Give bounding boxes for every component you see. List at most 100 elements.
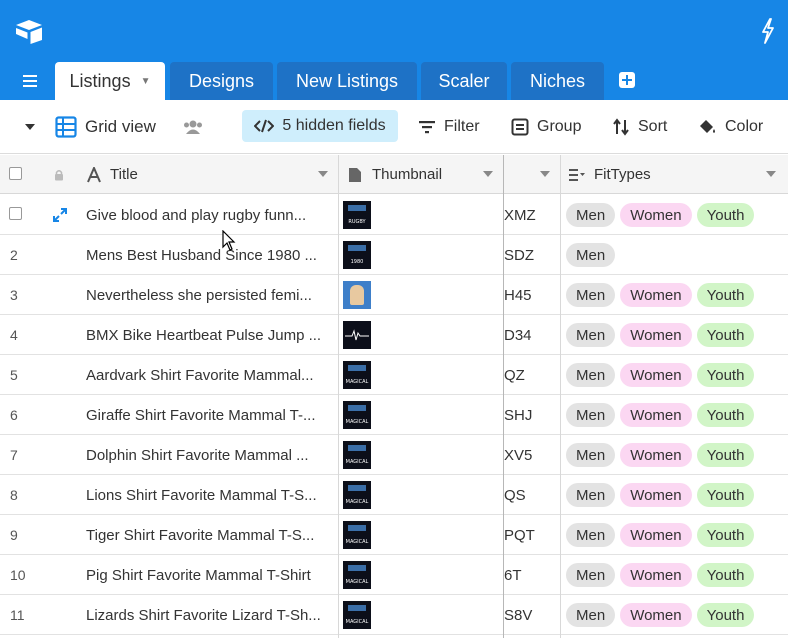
cell-title[interactable]: Lizards Shirt Favorite Lizard T-Sh... xyxy=(86,595,334,635)
fittype-tag-women: Women xyxy=(620,323,692,347)
fittype-tag-youth: Youth xyxy=(696,603,755,627)
tab-label: Listings xyxy=(69,70,131,91)
add-table-icon[interactable] xyxy=(618,71,636,89)
cell-title[interactable]: BMX Bike Heartbeat Pulse Jump ... xyxy=(86,315,334,355)
cell-fittypes[interactable]: Men Women Youth xyxy=(566,315,759,355)
hidden-fields-label: 5 hidden fields xyxy=(282,117,386,134)
lightning-icon[interactable] xyxy=(760,18,776,44)
cell-fittypes[interactable]: Men Women Youth xyxy=(566,515,759,555)
cell-fittypes[interactable]: Men Women Youth xyxy=(566,435,759,475)
tab-niches[interactable]: Niches xyxy=(511,62,604,100)
cell-sku[interactable]: QZ xyxy=(504,355,525,395)
tab-scaler[interactable]: Scaler xyxy=(421,62,507,100)
cell-title[interactable]: Giraffe Shirt Favorite Mammal T-... xyxy=(86,395,334,435)
fittype-tag-youth: Youth xyxy=(696,323,755,347)
column-header-sku[interactable] xyxy=(504,155,560,194)
cell-sku[interactable]: SDZ xyxy=(504,235,534,275)
cell-sku[interactable]: 6T xyxy=(504,555,522,595)
frozen-column-divider[interactable] xyxy=(503,155,504,638)
expand-record-icon[interactable] xyxy=(52,207,68,223)
column-menu-icon[interactable] xyxy=(766,171,776,177)
hidden-fields-button[interactable]: 5 hidden fields xyxy=(242,110,398,142)
tab-new-listings[interactable]: New Listings xyxy=(277,62,417,100)
cell-sku[interactable]: SHJ xyxy=(504,395,532,435)
table-row[interactable]: 5 Aardvark Shirt Favorite Mammal... MAGICA… xyxy=(0,355,788,395)
thumbnail-image[interactable] xyxy=(343,321,371,349)
cell-sku[interactable]: PQT xyxy=(504,515,535,555)
multiselect-field-icon xyxy=(569,168,585,181)
view-name: Grid view xyxy=(85,117,156,136)
row-checkbox[interactable] xyxy=(9,207,22,220)
table-row[interactable]: 4 BMX Bike Heartbeat Pulse Jump ... D34 Men… xyxy=(0,315,788,355)
cell-title[interactable]: Pig Shirt Favorite Mammal T-Shirt xyxy=(86,555,334,595)
table-row[interactable]: 8 Lions Shirt Favorite Mammal T-S... MAGIC… xyxy=(0,475,788,515)
table-row[interactable]: 11 Lizards Shirt Favorite Lizard T-Sh... M… xyxy=(0,595,788,635)
thumbnail-image[interactable]: 1980 xyxy=(343,241,371,269)
view-switcher[interactable]: Grid view xyxy=(55,100,156,154)
view-switcher-caret[interactable] xyxy=(24,100,44,154)
thumbnail-image[interactable]: MAGICAL xyxy=(343,521,371,549)
column-menu-icon[interactable] xyxy=(540,171,550,177)
thumbnail-image[interactable]: RUGBY xyxy=(343,201,371,229)
column-header-title[interactable]: Title xyxy=(86,155,338,194)
cell-sku[interactable]: XMZ xyxy=(504,195,536,235)
menu-icon[interactable] xyxy=(20,72,40,90)
table-row[interactable]: 10 Pig Shirt Favorite Mammal T-Shirt MAGIC… xyxy=(0,555,788,595)
cell-title[interactable]: Tiger Shirt Favorite Mammal T-S... xyxy=(86,515,334,555)
airtable-logo-icon[interactable] xyxy=(14,18,44,44)
table-row[interactable]: 3 Nevertheless she persisted femi... H45 Me… xyxy=(0,275,788,315)
fittype-tag-men: Men xyxy=(566,443,616,467)
cell-fittypes[interactable]: Men Women Youth xyxy=(566,395,759,435)
column-header-thumbnail[interactable]: Thumbnail xyxy=(348,155,503,194)
select-all-checkbox[interactable] xyxy=(9,167,22,180)
cell-fittypes[interactable]: Men Women Youth xyxy=(566,355,759,395)
cell-sku[interactable]: S8V xyxy=(504,595,532,635)
cell-title[interactable]: Dolphin Shirt Favorite Mammal ... xyxy=(86,435,334,475)
tab-label: Niches xyxy=(529,70,586,91)
column-menu-icon[interactable] xyxy=(483,171,493,177)
caret-down-icon[interactable]: ▼ xyxy=(141,76,151,87)
collaborators-button[interactable] xyxy=(182,100,212,154)
cell-title[interactable]: Aardvark Shirt Favorite Mammal... xyxy=(86,355,334,395)
cell-sku[interactable]: D34 xyxy=(504,315,532,355)
cell-title[interactable]: Mens Best Husband Since 1980 ... xyxy=(86,235,334,275)
fittype-tag-men: Men xyxy=(566,283,616,307)
sort-icon xyxy=(613,118,629,136)
filter-button[interactable]: Filter xyxy=(418,100,480,154)
cell-sku[interactable]: QS xyxy=(504,475,526,515)
cell-title[interactable]: Lions Shirt Favorite Mammal T-S... xyxy=(86,475,334,515)
thumbnail-image[interactable]: MAGICAL xyxy=(343,601,371,629)
cell-fittypes[interactable]: Men xyxy=(566,235,620,275)
cell-sku[interactable]: XV5 xyxy=(504,435,532,475)
cell-sku[interactable]: H45 xyxy=(504,275,532,315)
tab-designs[interactable]: Designs xyxy=(170,62,273,100)
sort-button[interactable]: Sort xyxy=(612,100,667,154)
thumbnail-text: MAGICAL xyxy=(345,539,369,545)
column-menu-icon[interactable] xyxy=(318,171,328,177)
cell-title[interactable]: Give blood and play rugby funn... xyxy=(86,195,334,235)
thumbnail-image[interactable]: MAGICAL xyxy=(343,441,371,469)
cell-fittypes[interactable]: Men Women Youth xyxy=(566,195,759,235)
color-button[interactable]: Color xyxy=(697,100,763,154)
thumbnail-image[interactable]: MAGICAL xyxy=(343,361,371,389)
cell-fittypes[interactable]: Men Women Youth xyxy=(566,275,759,315)
table-row[interactable]: 9 Tiger Shirt Favorite Mammal T-S... MAGIC… xyxy=(0,515,788,555)
thumbnail-image[interactable]: MAGICAL xyxy=(343,401,371,429)
group-button[interactable]: Group xyxy=(511,100,581,154)
thumbnail-image[interactable] xyxy=(343,281,371,309)
thumbnail-image[interactable]: MAGICAL xyxy=(343,561,371,589)
tab-listings[interactable]: Listings ▼ xyxy=(55,62,165,100)
table-row[interactable]: Give blood and play rugby funn... RUGBY XM… xyxy=(0,195,788,235)
cell-title[interactable]: Nevertheless she persisted femi... xyxy=(86,275,334,315)
table-row[interactable]: 6 Giraffe Shirt Favorite Mammal T-... MAGI… xyxy=(0,395,788,435)
cell-fittypes[interactable]: Men Women Youth xyxy=(566,555,759,595)
cell-fittypes[interactable]: Men Women Youth xyxy=(566,595,759,635)
caret-down-icon xyxy=(25,124,35,130)
column-header-fittypes[interactable]: FitTypes xyxy=(568,155,786,194)
row-number: 8 xyxy=(10,487,18,503)
cell-fittypes[interactable]: Men Women Youth xyxy=(566,475,759,515)
thumbnail-image[interactable]: MAGICAL xyxy=(343,481,371,509)
thumbnail-text: MAGICAL xyxy=(345,459,369,465)
table-row[interactable]: 2 Mens Best Husband Since 1980 ... 1980 SDZ… xyxy=(0,235,788,275)
table-row[interactable]: 7 Dolphin Shirt Favorite Mammal ... MAGICA… xyxy=(0,435,788,475)
